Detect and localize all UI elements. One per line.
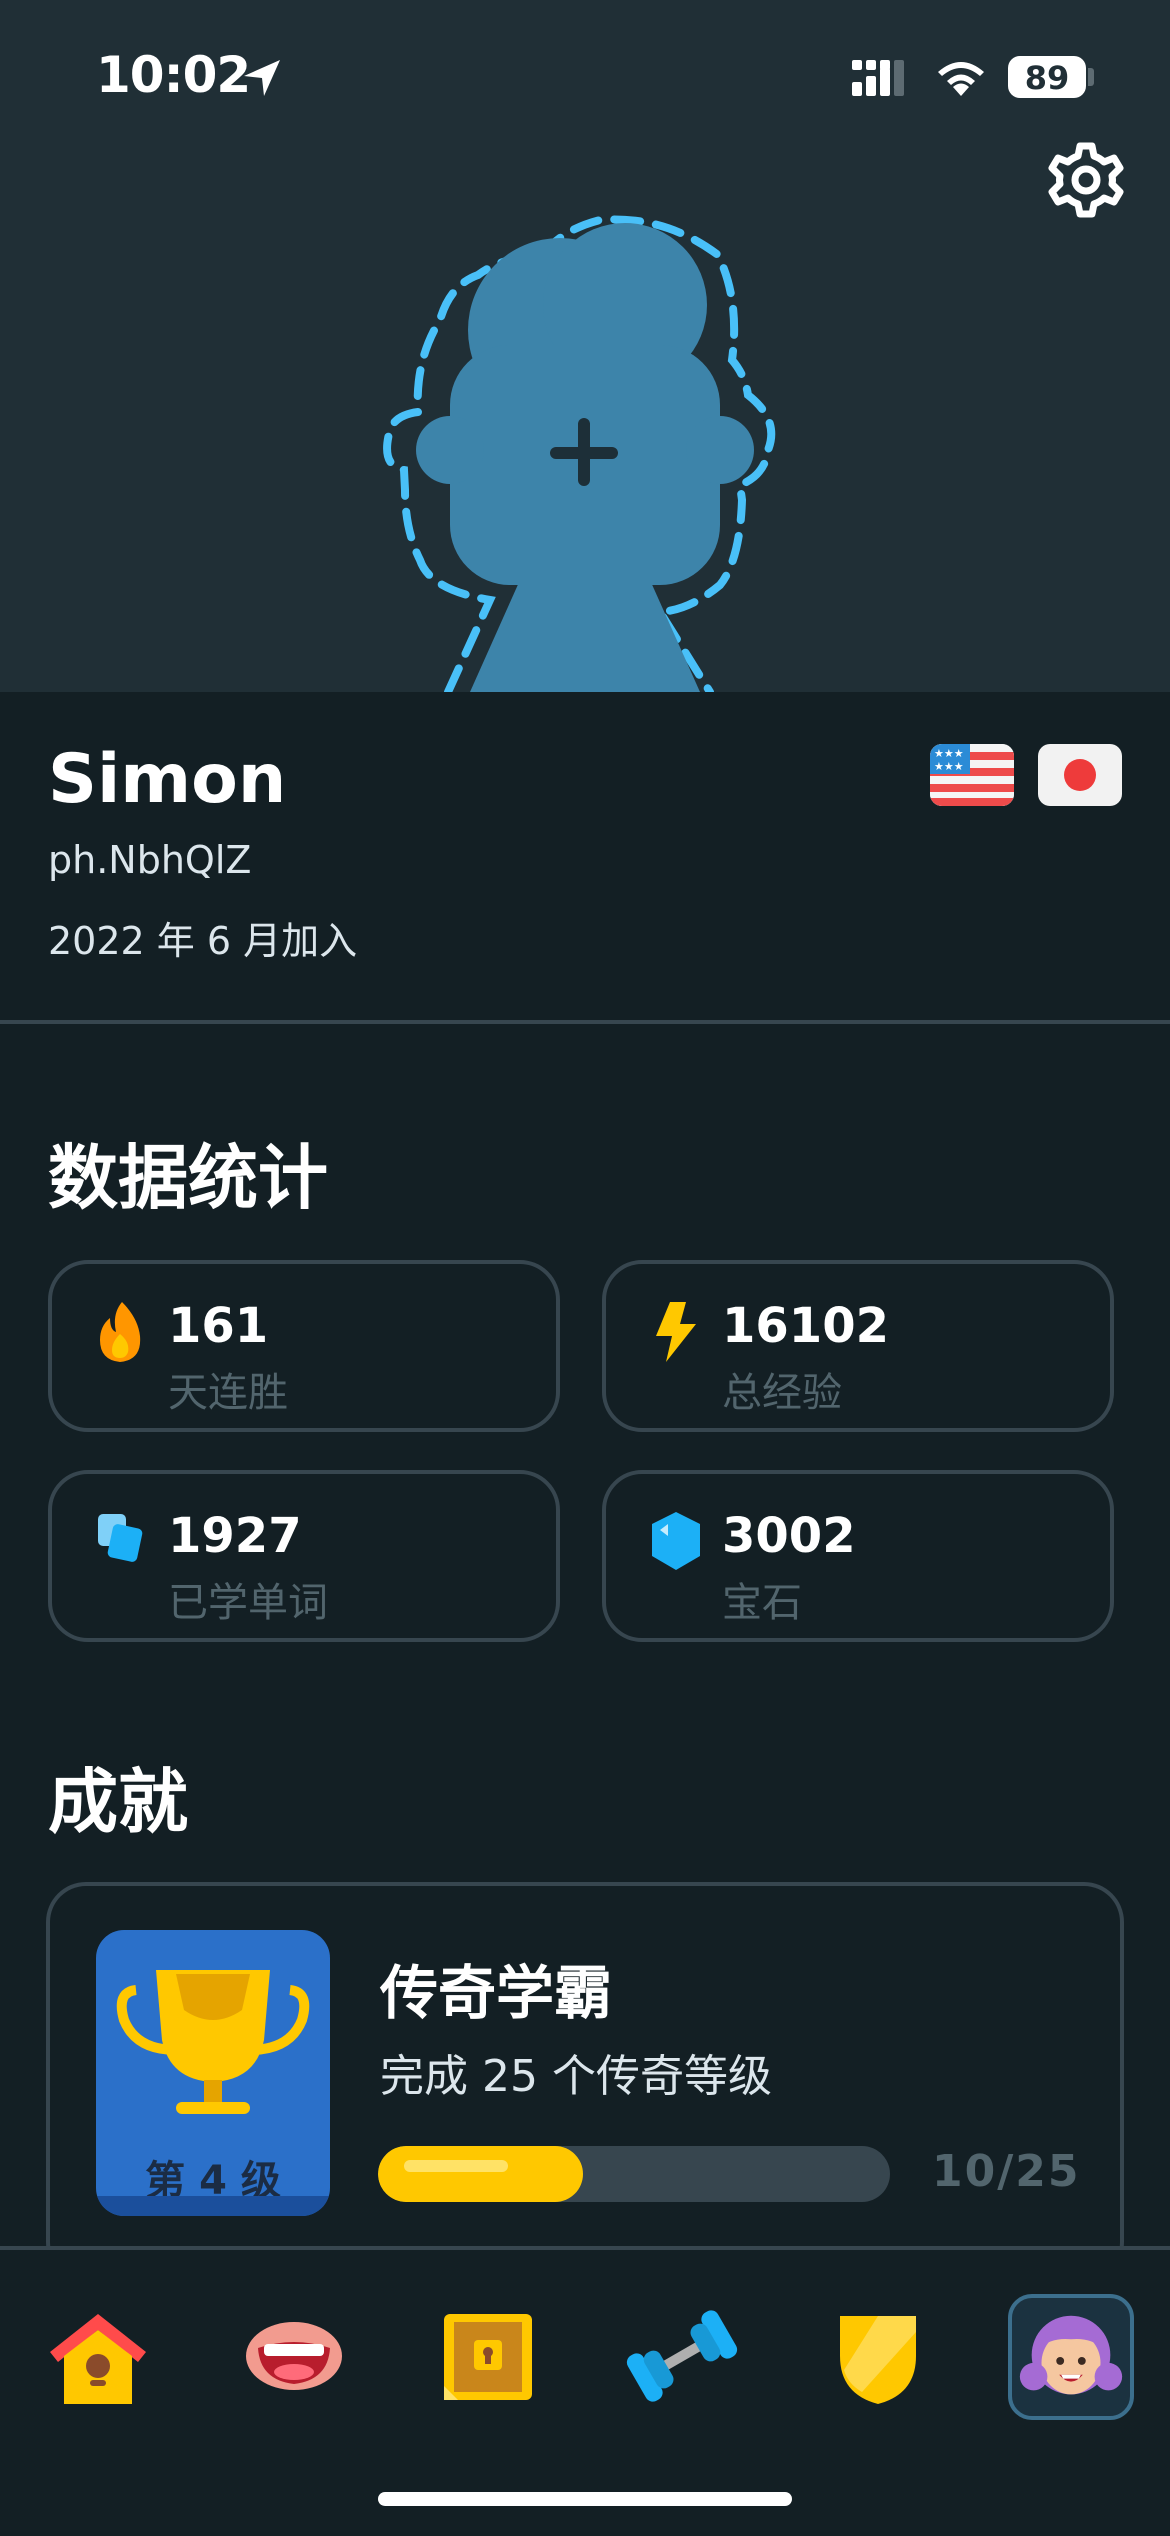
stat-label: 总经验 — [722, 1370, 842, 1416]
treasure-chest-icon — [444, 2314, 532, 2400]
japan-flag-icon[interactable] — [1038, 744, 1122, 806]
wifi-icon — [938, 62, 984, 96]
tab-profile[interactable] — [1008, 2294, 1134, 2420]
cards-icon — [98, 1514, 143, 1562]
battery-cap — [1088, 68, 1094, 86]
location-arrow-icon — [244, 60, 280, 96]
profile-username: ph.NbhQlZ — [48, 838, 252, 882]
stat-value: 1927 — [168, 1508, 302, 1564]
achievement-progress-bar — [378, 2146, 890, 2202]
stat-label: 宝石 — [722, 1580, 802, 1626]
achievement-badge: 第 4 级 — [96, 1930, 330, 2216]
svg-text:★★★: ★★★ — [934, 747, 964, 760]
tab-practice[interactable] — [622, 2296, 742, 2416]
badge-shadow — [96, 2196, 330, 2216]
divider — [0, 1020, 1170, 1024]
lightning-icon — [656, 1302, 696, 1362]
stats-title: 数据统计 — [48, 1137, 328, 1219]
mouth-icon — [246, 2322, 342, 2390]
home-indicator[interactable] — [378, 2492, 792, 2506]
us-flag-icon[interactable]: ★★★ ★★★ — [930, 744, 1014, 806]
achievements-title: 成就 — [48, 1761, 188, 1843]
tab-speak[interactable] — [234, 2296, 354, 2416]
stat-value: 16102 — [722, 1298, 889, 1354]
tab-home[interactable] — [38, 2296, 158, 2416]
stat-label: 已学单词 — [168, 1580, 328, 1626]
stat-card-words: 1927 已学单词 — [48, 1470, 560, 1642]
gear-icon[interactable] — [1046, 140, 1126, 220]
flame-icon — [100, 1302, 141, 1362]
stat-value: 161 — [168, 1298, 269, 1354]
gem-icon — [652, 1512, 700, 1570]
profile-name: Simon — [48, 740, 287, 819]
stat-label: 天连胜 — [168, 1370, 288, 1416]
achievement-description: 完成 25 个传奇等级 — [380, 2051, 772, 2102]
cellular-signal-icon — [852, 60, 904, 96]
join-date: 2022 年 6 月加入 — [48, 919, 358, 963]
add-avatar-icon — [383, 215, 776, 692]
progress-fill — [378, 2146, 583, 2202]
avatar-icon — [1019, 2315, 1123, 2395]
progress-shine — [404, 2160, 508, 2172]
tab-chest[interactable] — [428, 2296, 548, 2416]
stat-card-xp: 16102 总经验 — [602, 1260, 1114, 1432]
stat-card-gems: 3002 宝石 — [602, 1470, 1114, 1642]
trophy-icon — [116, 1970, 310, 2114]
achievement-progress-text: 10/25 — [932, 2146, 1081, 2197]
shield-icon — [840, 2316, 916, 2404]
svg-text:★★★: ★★★ — [934, 760, 964, 773]
achievement-title: 传奇学霸 — [380, 1959, 613, 2027]
stat-value: 3002 — [722, 1508, 856, 1564]
dumbbell-icon — [626, 2310, 738, 2402]
battery-level: 89 — [1024, 59, 1070, 97]
status-time: 10:02 — [96, 46, 251, 104]
battery-icon: 89 — [1008, 56, 1086, 98]
home-icon — [50, 2314, 146, 2404]
stat-card-streak: 161 天连胜 — [48, 1260, 560, 1432]
tab-leagues[interactable] — [818, 2296, 938, 2416]
